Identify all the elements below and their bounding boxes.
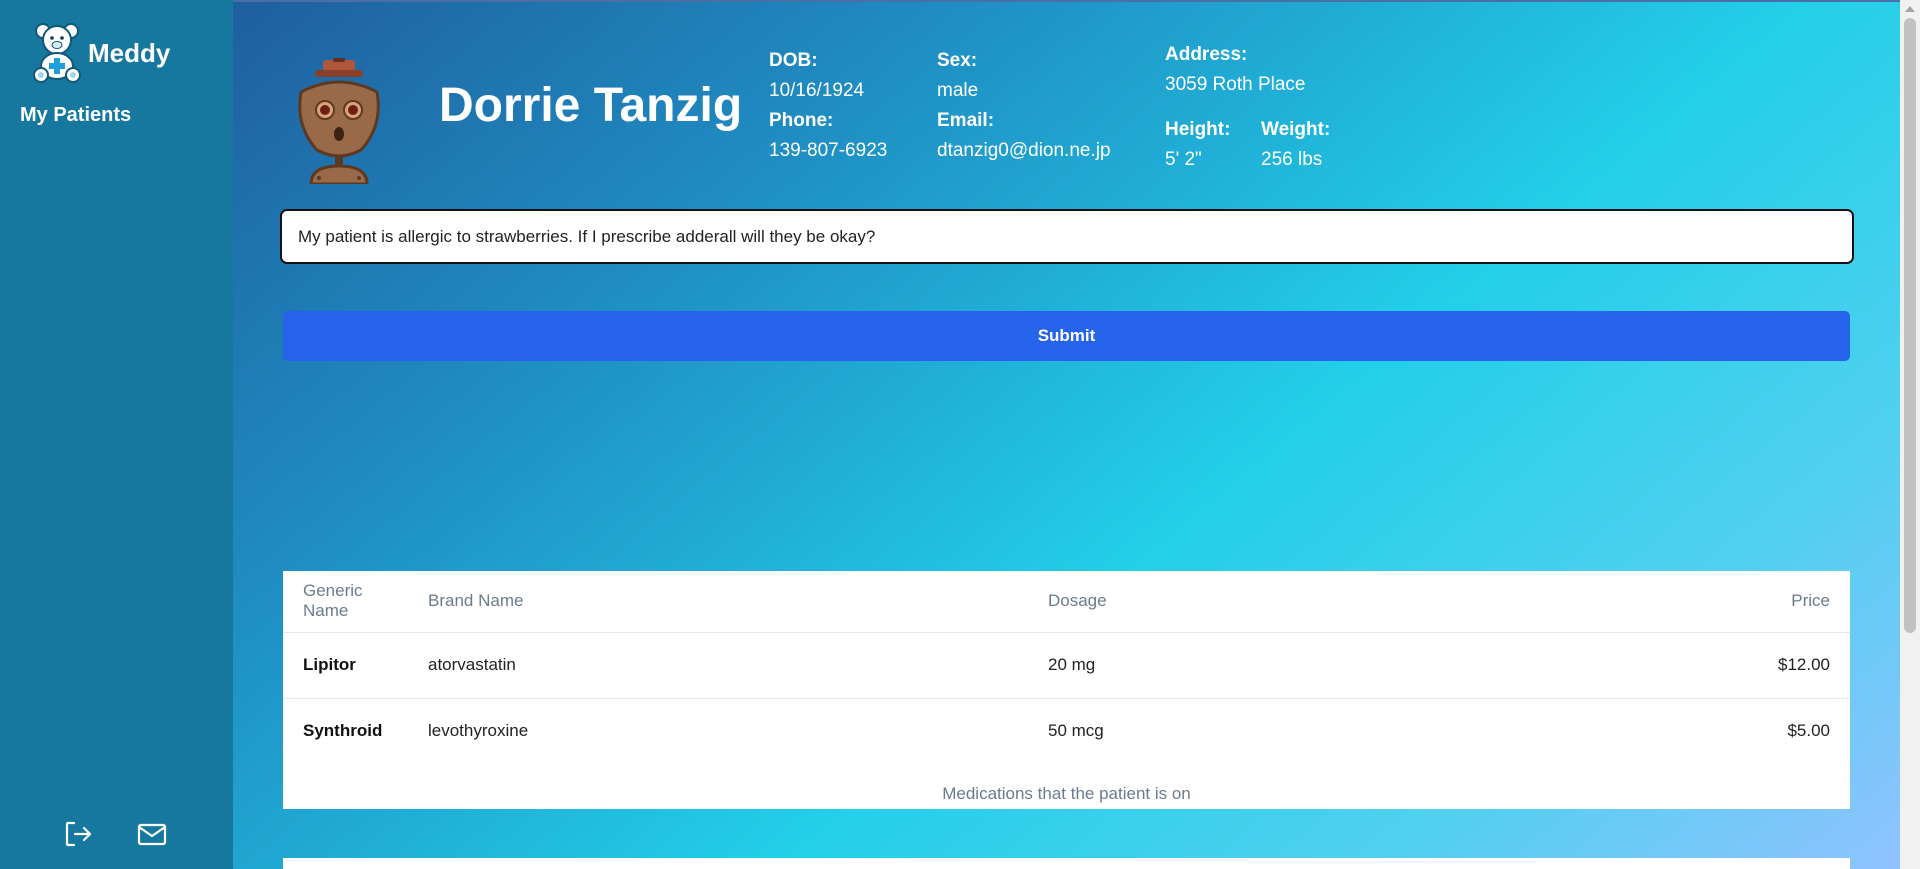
teddy-bear-logo-icon bbox=[33, 23, 81, 83]
nav-my-patients[interactable]: My Patients bbox=[20, 104, 131, 127]
scroll-thumb[interactable] bbox=[1904, 18, 1916, 633]
app-window: Meddy My Patients Dorrie Tanzig DOB: 10/… bbox=[0, 0, 1920, 869]
cell-price: $5.00 bbox=[1787, 721, 1830, 741]
cell-dosage: 50 mcg bbox=[1048, 721, 1104, 741]
phone-label: Phone: bbox=[769, 110, 834, 131]
logout-icon[interactable] bbox=[62, 818, 94, 850]
email-label: Email: bbox=[937, 110, 995, 131]
table-row[interactable]: Synthroid levothyroxine 50 mcg $5.00 bbox=[283, 698, 1850, 764]
sidebar-footer bbox=[62, 818, 168, 850]
main-content: Dorrie Tanzig DOB: 10/16/1924 Phone: 139… bbox=[233, 0, 1900, 869]
cell-brand-name: levothyroxine bbox=[428, 721, 529, 741]
mail-icon[interactable] bbox=[136, 818, 168, 850]
scroll-up-arrow-icon[interactable] bbox=[1905, 6, 1915, 12]
cell-price: $12.00 bbox=[1528, 632, 1850, 699]
weight-label: Weight: bbox=[1261, 119, 1331, 140]
robot-avatar-icon bbox=[298, 58, 380, 184]
weight-value: 256 lbs bbox=[1261, 149, 1323, 170]
header-brand-name: Brand Name bbox=[408, 571, 1028, 633]
dob-label: DOB: bbox=[769, 50, 818, 71]
brand-name: Meddy bbox=[88, 37, 171, 68]
info-weight: Weight: 256 lbs bbox=[1261, 115, 1330, 175]
dob-value: 10/16/1924 bbox=[769, 80, 865, 101]
sidebar: Meddy My Patients bbox=[0, 0, 233, 869]
info-height: Height: 5' 2" bbox=[1165, 115, 1230, 175]
patient-name: Dorrie Tanzig bbox=[439, 79, 743, 132]
header-dosage: Dosage bbox=[1028, 571, 1528, 633]
medications-panel: Generic Name Brand Name Dosage Price Lip… bbox=[283, 571, 1850, 809]
page-scrollbar[interactable] bbox=[1900, 0, 1920, 869]
header-generic-name: Generic Name bbox=[283, 571, 408, 633]
medications-caption: Medications that the patient is on bbox=[942, 784, 1191, 803]
height-label: Height: bbox=[1165, 119, 1231, 140]
submit-button[interactable]: Submit bbox=[283, 311, 1850, 361]
next-panel bbox=[283, 858, 1850, 869]
sex-value: male bbox=[937, 80, 979, 101]
table-header-row: Generic Name Brand Name Dosage Price bbox=[283, 571, 1850, 633]
cell-generic-name: Lipitor bbox=[283, 632, 408, 699]
phone-value: 139-807-6923 bbox=[769, 140, 888, 161]
table-row[interactable]: Lipitor atorvastatin 20 mg $12.00 bbox=[283, 632, 1850, 699]
question-input[interactable] bbox=[280, 209, 1854, 264]
info-address: Address: 3059 Roth Place bbox=[1165, 40, 1306, 100]
cell-generic-name: Synthroid bbox=[303, 721, 383, 741]
info-dob-phone: DOB: 10/16/1924 Phone: 139-807-6923 bbox=[769, 46, 887, 166]
email-value: dtanzig0@dion.ne.jp bbox=[937, 140, 1111, 161]
header-price: Price bbox=[1528, 571, 1850, 633]
medications-table: Generic Name Brand Name Dosage Price Lip… bbox=[283, 571, 1850, 764]
address-label: Address: bbox=[1165, 44, 1248, 65]
brand[interactable]: Meddy bbox=[32, 22, 170, 84]
height-value: 5' 2" bbox=[1165, 149, 1202, 170]
cell-dosage: 20 mg bbox=[1028, 632, 1528, 699]
top-border bbox=[233, 0, 1900, 2]
info-sex-email: Sex: male Email: dtanzig0@dion.ne.jp bbox=[937, 46, 1111, 166]
cell-brand-name: atorvastatin bbox=[408, 632, 1028, 699]
sex-label: Sex: bbox=[937, 50, 978, 71]
address-value: 3059 Roth Place bbox=[1165, 74, 1306, 95]
